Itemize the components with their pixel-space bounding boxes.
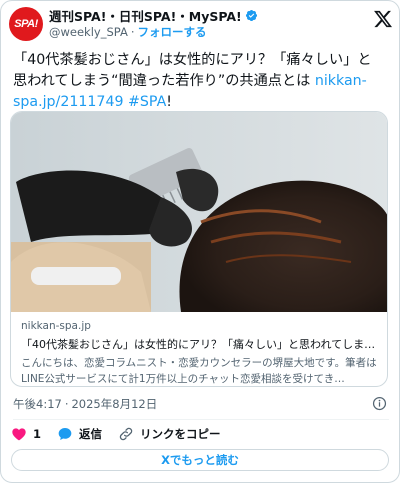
separator-dot: · — [130, 25, 135, 39]
tweet-text: 「40代茶髪おじさん」は女性的にアリ？「痛々しい」と 思われてしまう“間違った若… — [13, 50, 389, 113]
tweet-text-line1: 「40代茶髪おじさん」は女性的にアリ？「痛々しい」と — [13, 52, 372, 68]
reply-label: 返信 — [79, 427, 103, 441]
embedded-tweet: SPA! 週刊SPA!・日刊SPA!・MySPA! @weekly_SPA · … — [0, 0, 400, 483]
card-image-hair-dye[interactable] — [11, 112, 388, 312]
tweet-text-trailing: ! — [166, 94, 172, 110]
separator-dot: · — [64, 397, 69, 411]
divider — [13, 419, 389, 420]
action-bar: 1 返信 リンクをコピー — [11, 424, 237, 444]
card-body[interactable]: nikkan-spa.jp 「40代茶髪おじさん」は女性的にアリ？「痛々しい」と… — [11, 312, 387, 386]
like-button[interactable]: 1 — [11, 426, 41, 442]
verified-badge-icon — [245, 9, 257, 22]
hashtag-link[interactable]: #SPA — [128, 94, 166, 110]
card-title[interactable]: 「40代茶髪おじさん」は女性的にアリ？「痛々しい」と思われてしま… — [21, 336, 379, 353]
info-icon[interactable] — [372, 396, 387, 411]
tweet-date[interactable]: 2025年8月12日 — [71, 396, 157, 412]
read-more-on-x-button[interactable]: Xでもっと読む — [11, 449, 389, 471]
handle[interactable]: @weekly_SPA — [49, 25, 128, 39]
tweet-timestamp[interactable]: 午後4:17 · 2025年8月12日 — [13, 395, 389, 413]
copy-link-button[interactable]: リンクをコピー — [118, 426, 221, 442]
copy-link-label: リンクをコピー — [140, 427, 221, 441]
reply-bubble-icon — [58, 428, 72, 440]
x-logo-icon[interactable] — [373, 9, 393, 29]
link-icon — [119, 427, 133, 441]
display-name[interactable]: 週刊SPA!・日刊SPA!・MySPA! — [49, 6, 242, 25]
follow-button[interactable]: フォローする — [138, 24, 207, 40]
heart-icon — [12, 428, 26, 441]
link-card[interactable]: nikkan-spa.jp 「40代茶髪おじさん」は女性的にアリ？「痛々しい」と… — [10, 111, 388, 387]
avatar[interactable]: SPA! — [9, 7, 43, 41]
card-domain: nikkan-spa.jp — [21, 320, 91, 332]
tweet-text-line2: 思われてしまう“間違った若作り”の共通点とは — [13, 73, 315, 89]
avatar-logo-text: SPA! — [14, 18, 38, 30]
reply-button[interactable]: 返信 — [57, 426, 102, 442]
tweet-header: SPA! 週刊SPA!・日刊SPA!・MySPA! @weekly_SPA · … — [9, 7, 393, 41]
author-info: 週刊SPA!・日刊SPA!・MySPA! @weekly_SPA · フォローす… — [49, 7, 258, 40]
card-description: こんにちは、恋愛コラムニスト・恋愛カウンセラーの堺屋大地です。筆者はLINE公式… — [21, 357, 377, 385]
like-count: 1 — [33, 427, 42, 441]
tweet-time[interactable]: 午後4:17 — [13, 396, 62, 412]
